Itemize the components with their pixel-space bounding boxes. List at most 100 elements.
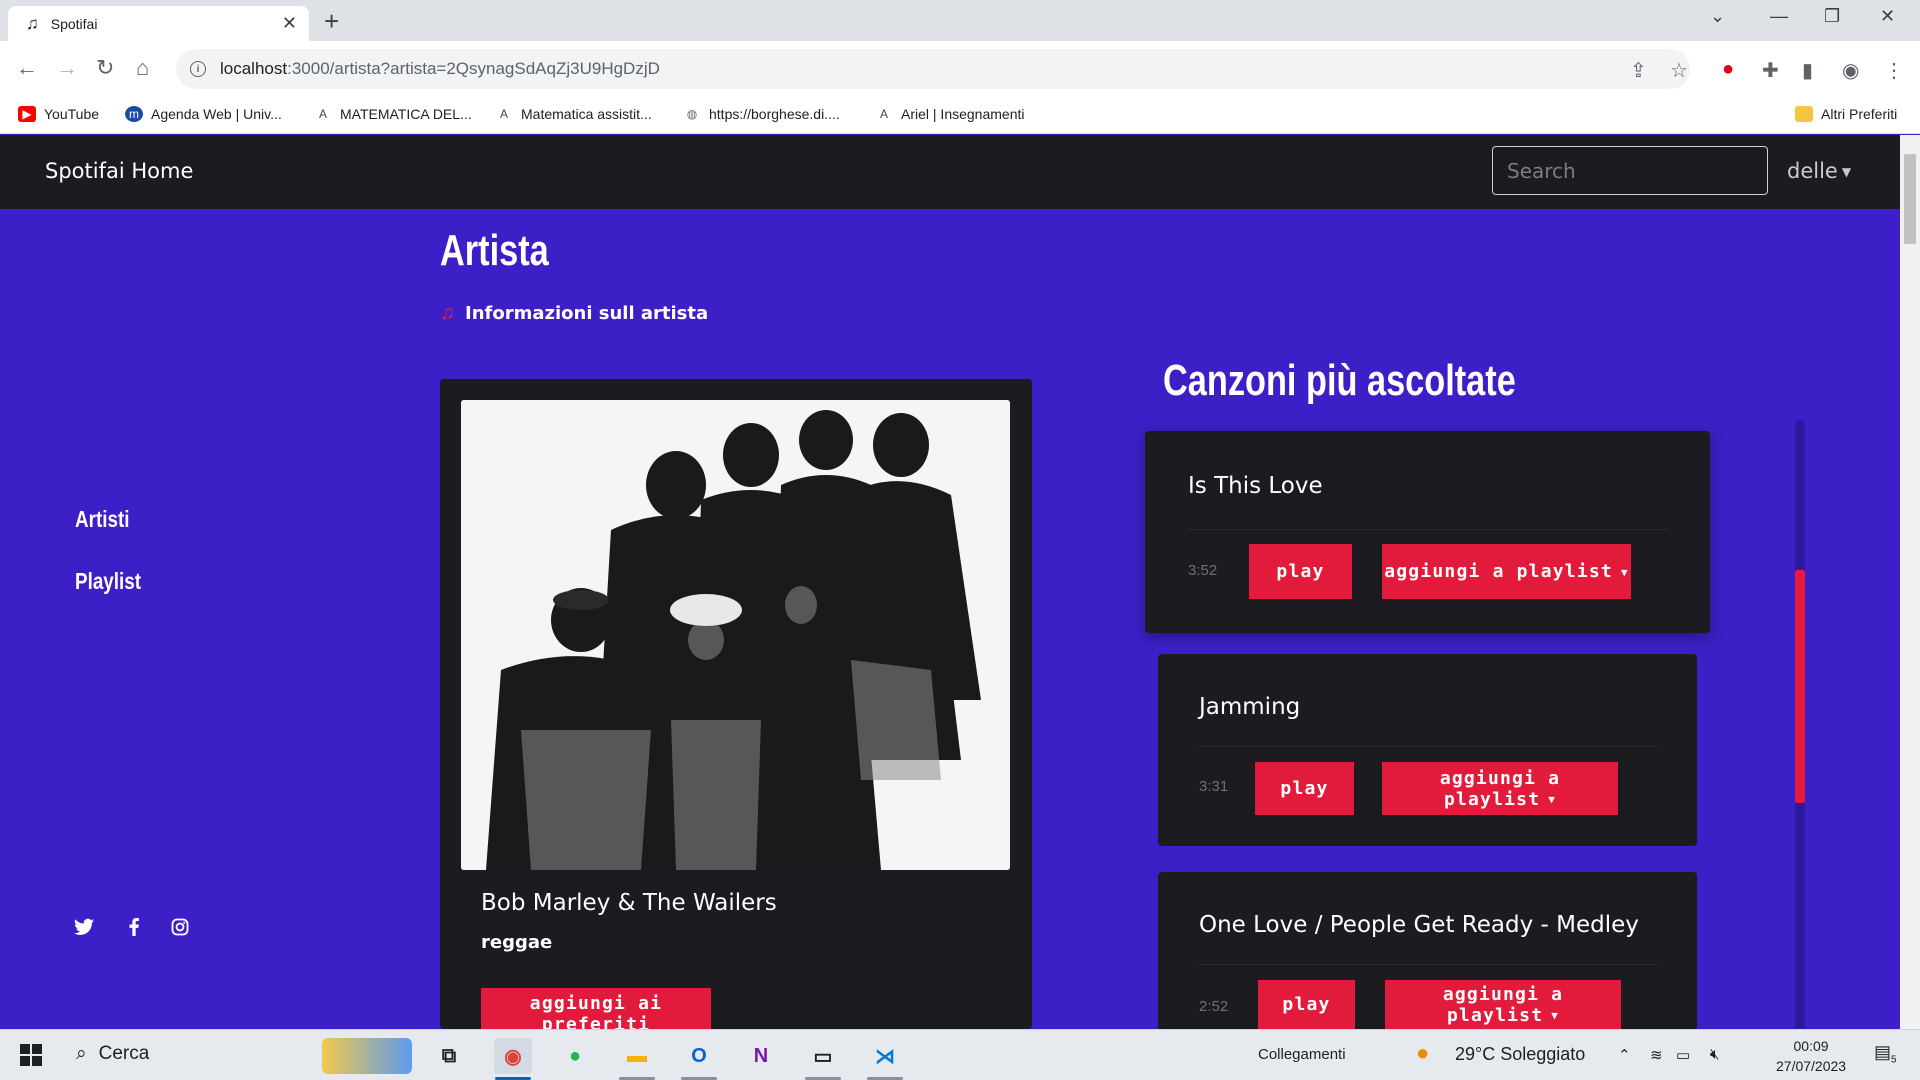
ariel-icon: A	[879, 107, 888, 121]
browser-tabstrip: ♫ Spotifai ✕ + ⌄ — ❐ ✕	[0, 0, 1920, 41]
volume-muted-icon[interactable]: 🔇︎	[1710, 1046, 1719, 1063]
opera-extension-icon[interactable]: ●	[1722, 58, 1734, 81]
task-view-icon[interactable]: ⧉	[430, 1038, 468, 1074]
caret-down-icon: ▼	[1620, 565, 1629, 579]
minimize-icon[interactable]: —	[1770, 6, 1788, 27]
address-bar[interactable]: i localhost:3000/artista?artista=2Qsynag…	[176, 49, 1690, 89]
sidebar-item-artisti[interactable]: Artisti	[75, 506, 129, 533]
onenote-icon[interactable]: N	[742, 1038, 780, 1074]
more-menu-icon[interactable]: ⋮	[1884, 58, 1904, 83]
globe-icon: ◍	[686, 107, 698, 121]
songs-scrollbar-thumb[interactable]	[1795, 570, 1805, 803]
browser-tab[interactable]: ♫ Spotifai ✕	[8, 6, 309, 41]
song-title: Jamming	[1199, 694, 1301, 720]
play-button[interactable]: play	[1255, 762, 1354, 815]
back-icon[interactable]: ←	[16, 55, 38, 81]
song-card: Jamming 3:31 play aggiungi a playlist ▼	[1158, 654, 1697, 846]
subtitle: ♫ Informazioni sull artista	[440, 302, 709, 324]
chrome-icon[interactable]: ◉	[494, 1038, 532, 1074]
close-tab-icon[interactable]: ✕	[282, 13, 297, 34]
bookmark-youtube[interactable]: ▶ YouTube	[18, 106, 99, 122]
sun-icon: ●	[1416, 1040, 1430, 1065]
share-icon[interactable]: ⇪	[1630, 58, 1647, 83]
song-duration: 3:31	[1199, 778, 1229, 795]
reload-icon[interactable]: ↻	[96, 55, 114, 81]
song-duration: 2:52	[1199, 998, 1229, 1015]
file-explorer-icon[interactable]: ▬	[618, 1038, 656, 1074]
new-tab-icon[interactable]: +	[324, 6, 339, 37]
sidebar-item-playlist[interactable]: Playlist	[75, 568, 141, 595]
artist-name: Bob Marley & The Wailers	[481, 890, 777, 916]
divider	[1199, 746, 1659, 747]
page-scrollbar-thumb[interactable]	[1904, 154, 1916, 244]
youtube-icon: ▶	[18, 106, 36, 122]
windows-start-icon[interactable]	[20, 1044, 42, 1066]
chevron-up-icon[interactable]: ⌃	[1618, 1046, 1631, 1064]
music-note-icon: ♫	[440, 302, 455, 324]
app-navbar: Spotifai Home delle▼	[0, 135, 1900, 209]
weather-text[interactable]: 29°C Soleggiato	[1455, 1044, 1585, 1065]
browser-toolbar: ← → ↻ ⌂ i localhost:3000/artista?artista…	[0, 41, 1920, 97]
song-duration: 3:52	[1188, 562, 1218, 579]
side-panel-icon[interactable]: ▮	[1802, 58, 1813, 83]
bookmark-agenda[interactable]: m Agenda Web | Univ...	[125, 106, 282, 122]
caret-down-icon: ▼	[1841, 165, 1852, 179]
bookmark-matematica-del[interactable]: A MATEMATICA DEL...	[314, 106, 472, 122]
divider	[1199, 964, 1659, 965]
notifications-icon[interactable]: ▤5	[1874, 1042, 1897, 1066]
divider	[1188, 529, 1668, 530]
taskbar-links[interactable]: Collegamenti	[1258, 1046, 1346, 1063]
terminal-icon[interactable]: ▭	[804, 1038, 842, 1074]
twitter-icon[interactable]	[74, 918, 94, 941]
vscode-icon[interactable]: ⋊	[866, 1038, 904, 1074]
artist-photo	[461, 400, 1010, 870]
spotify-icon[interactable]: ●	[556, 1038, 594, 1074]
instagram-icon[interactable]	[171, 918, 189, 941]
close-window-icon[interactable]: ✕	[1880, 6, 1895, 27]
artist-genre: reggae	[481, 932, 553, 953]
bookmark-star-icon[interactable]: ☆	[1670, 58, 1688, 83]
song-card: Is This Love 3:52 play aggiungi a playli…	[1145, 431, 1710, 633]
outlook-icon[interactable]: O	[680, 1038, 718, 1074]
add-to-playlist-button[interactable]: aggiungi a playlist ▼	[1385, 980, 1621, 1029]
artist-card: Bob Marley & The Wailers reggae aggiungi…	[440, 379, 1032, 1040]
windows-taskbar: ⌕ Cerca ⧉ ◉ ● ▬ O N ▭ ⋊ Collegamenti ● 2…	[0, 1029, 1920, 1080]
search-highlight-icon[interactable]	[322, 1038, 412, 1074]
wifi-icon[interactable]: ≋	[1650, 1046, 1663, 1064]
forward-icon[interactable]: →	[56, 55, 78, 81]
bookmark-borghese[interactable]: ◍ https://borghese.di....	[683, 106, 840, 122]
add-to-playlist-button[interactable]: aggiungi a playlist ▼	[1382, 762, 1618, 815]
brand-home-link[interactable]: Spotifai Home	[45, 159, 193, 183]
play-button[interactable]: play	[1249, 544, 1352, 599]
search-input[interactable]	[1492, 146, 1768, 195]
battery-icon[interactable]: ▭	[1676, 1046, 1690, 1064]
page-scrollbar[interactable]	[1900, 135, 1920, 1029]
play-button[interactable]: play	[1258, 980, 1355, 1029]
clock[interactable]: 00:09 27/07/2023	[1776, 1036, 1846, 1076]
home-icon[interactable]: ⌂	[136, 55, 149, 81]
extensions-puzzle-icon[interactable]: ✚	[1762, 58, 1779, 83]
user-dropdown[interactable]: delle ▼	[1787, 159, 1851, 183]
site-info-icon[interactable]: i	[190, 61, 206, 77]
url-text: localhost:3000/artista?artista=2QsynagSd…	[220, 59, 660, 78]
unimi-icon: m	[125, 106, 143, 122]
tab-title: Spotifai	[50, 15, 98, 32]
maximize-icon[interactable]: ❐	[1824, 6, 1840, 27]
facebook-icon[interactable]	[128, 918, 140, 941]
bookmark-ariel[interactable]: A Ariel | Insegnamenti	[875, 106, 1025, 122]
caret-down-icon: ▼	[1551, 1009, 1560, 1022]
search-icon: ⌕	[76, 1043, 87, 1064]
page-title: Artista	[440, 226, 549, 275]
ariel-icon: A	[499, 107, 508, 121]
song-title: One Love / People Get Ready - Medley	[1199, 912, 1639, 938]
bookmark-matematica-assistita[interactable]: A Matematica assistit...	[495, 106, 652, 122]
tab-search-chevron-icon[interactable]: ⌄	[1710, 6, 1725, 27]
add-to-playlist-button[interactable]: aggiungi a playlist ▼	[1382, 544, 1631, 599]
taskbar-search[interactable]: ⌕ Cerca	[76, 1043, 149, 1065]
ariel-icon: A	[318, 107, 327, 121]
song-title: Is This Love	[1188, 473, 1323, 499]
music-note-icon: ♫	[26, 13, 39, 33]
profile-avatar-icon[interactable]: ◉	[1842, 58, 1859, 83]
caret-down-icon: ▼	[1548, 793, 1557, 806]
bookmark-other-folder[interactable]: Altri Preferiti	[1795, 106, 1897, 122]
